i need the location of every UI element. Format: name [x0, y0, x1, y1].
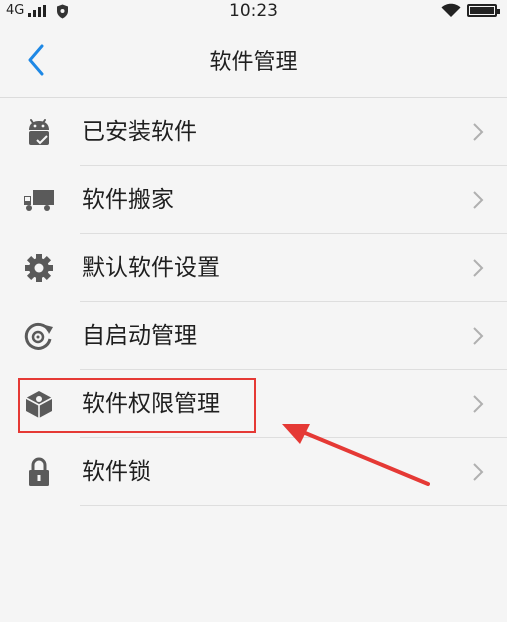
chevron-right-icon	[471, 189, 485, 211]
android-check-icon	[23, 116, 55, 148]
menu-item-label: 已安装软件	[82, 119, 197, 145]
battery-level	[470, 7, 494, 14]
menu-item-label: 软件搬家	[82, 187, 174, 213]
status-right	[441, 3, 500, 18]
battery-icon	[467, 4, 500, 17]
gear-icon	[23, 252, 55, 284]
page-title: 软件管理	[209, 50, 298, 75]
chevron-right-icon	[471, 325, 485, 347]
truck-icon	[23, 184, 55, 216]
chevron-right-icon	[471, 393, 485, 415]
menu-item-label: 自启动管理	[82, 323, 197, 349]
chevron-right-icon	[471, 121, 485, 143]
status-time: 10:23	[229, 1, 278, 21]
menu-item-label: 软件锁	[82, 459, 151, 485]
menu-item-label: 软件权限管理	[82, 391, 220, 417]
menu-item-label: 默认软件设置	[82, 255, 220, 281]
startup-icon	[23, 320, 55, 352]
wifi-icon	[441, 3, 461, 18]
menu-item-installed-apps[interactable]: 已安装软件	[0, 98, 507, 166]
menu-item-permissions[interactable]: 软件权限管理	[0, 370, 507, 438]
menu-item-app-lock[interactable]: 软件锁	[0, 438, 507, 506]
menu-list: 已安装软件 软件搬家 默认软件设置 自启动管理 软件权限管理 软件锁	[0, 98, 507, 506]
status-bar: 4G 10:23	[0, 0, 507, 22]
menu-item-autostart[interactable]: 自启动管理	[0, 302, 507, 370]
lock-icon	[23, 456, 55, 488]
title-bar: 软件管理	[0, 22, 507, 98]
chevron-right-icon	[471, 461, 485, 483]
chevron-right-icon	[471, 257, 485, 279]
permission-cube-icon	[23, 388, 55, 420]
menu-item-app-move[interactable]: 软件搬家	[0, 166, 507, 234]
menu-item-default-apps[interactable]: 默认软件设置	[0, 234, 507, 302]
